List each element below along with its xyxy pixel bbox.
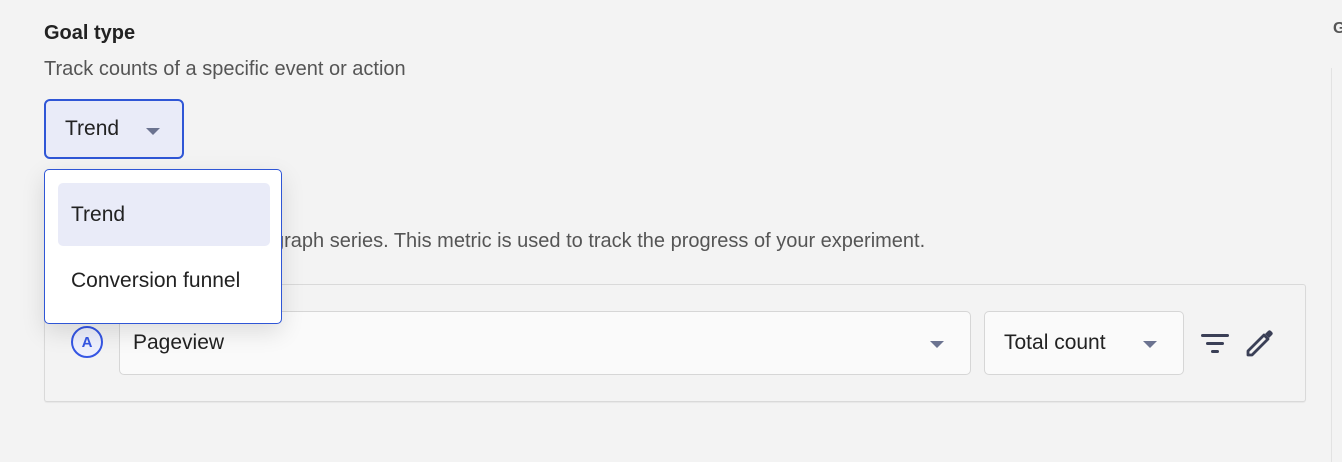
pencil-icon bbox=[1246, 330, 1273, 357]
goal-type-select-value: Trend bbox=[65, 117, 120, 140]
chevron-down-icon bbox=[146, 128, 160, 135]
goal-type-title: Goal type bbox=[44, 22, 136, 44]
chevron-down-icon bbox=[930, 341, 944, 348]
dropdown-option-conversion-funnel[interactable]: Conversion funnel bbox=[58, 249, 270, 312]
dropdown-option-trend[interactable]: Trend bbox=[58, 183, 270, 246]
math-select[interactable]: Total count bbox=[984, 311, 1184, 375]
chevron-down-icon bbox=[1143, 341, 1157, 348]
dropdown-option-label: Trend bbox=[71, 202, 126, 226]
series-letter-badge: A bbox=[71, 326, 103, 358]
filter-button[interactable] bbox=[1199, 327, 1231, 359]
goal-type-dropdown: Trend Conversion funnel bbox=[44, 169, 282, 324]
filter-icon bbox=[1201, 334, 1229, 353]
edit-button[interactable] bbox=[1244, 327, 1276, 359]
right-panel-heading: G bbox=[1333, 20, 1342, 37]
goal-type-description: Track counts of a specific event or acti… bbox=[44, 58, 406, 80]
math-select-value: Total count bbox=[1004, 331, 1106, 354]
experiment-goal-page: G Goal type Track counts of a specific e… bbox=[0, 0, 1342, 462]
goal-type-select[interactable]: Trend bbox=[44, 99, 184, 159]
dropdown-option-label: Conversion funnel bbox=[71, 268, 241, 292]
right-panel bbox=[1331, 68, 1342, 462]
event-select-value: Pageview bbox=[133, 331, 225, 354]
